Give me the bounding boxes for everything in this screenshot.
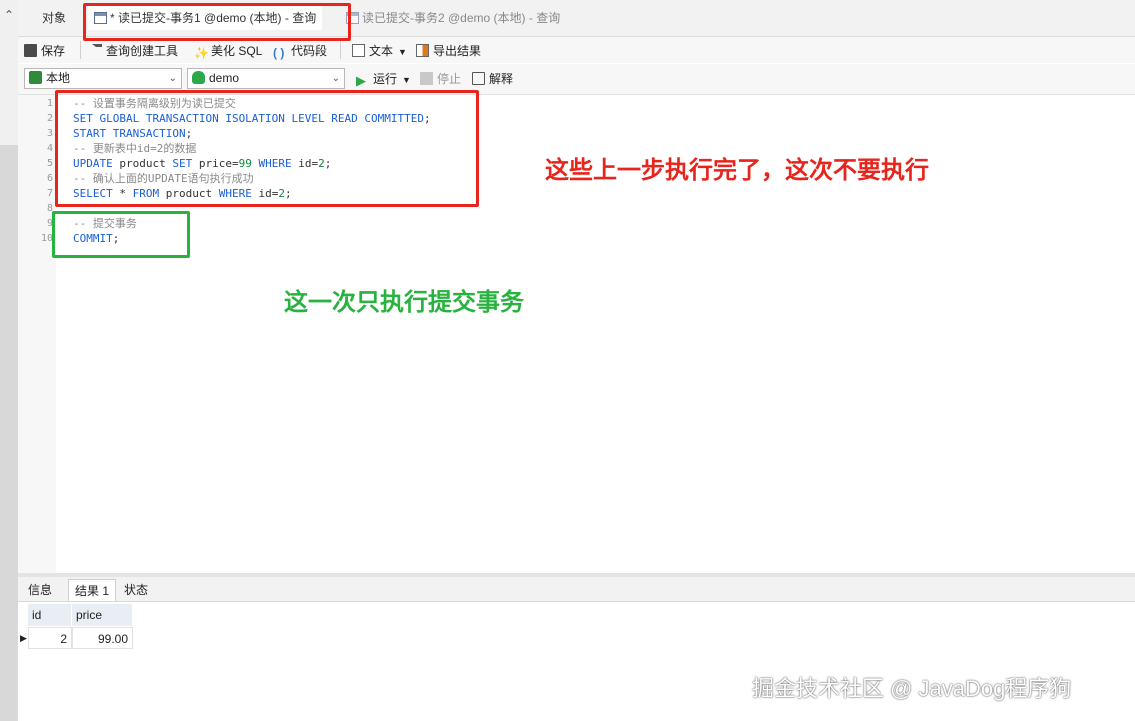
stop-icon: [420, 72, 433, 85]
query-builder-button[interactable]: 查询创建工具: [92, 42, 178, 60]
run-button[interactable]: ▶ 运行 ▼: [356, 70, 411, 88]
left-scrollbar[interactable]: [0, 145, 18, 721]
beautify-sql-label: 美化 SQL: [211, 44, 263, 58]
result-tabs: 信息 结果 1 状态: [18, 577, 1135, 602]
tab-status[interactable]: 状态: [118, 579, 154, 601]
column-header-id[interactable]: id: [28, 604, 72, 626]
stop-label: 停止: [437, 72, 462, 86]
chevron-down-icon: ▼: [398, 47, 407, 57]
watermark-text: 掘金技术社区 @ JavaDog程序狗: [752, 676, 1072, 701]
database-select[interactable]: demo ⌄: [187, 68, 345, 89]
tab-query-transaction2-label: 读已提交-事务2 @demo (本地) - 查询: [362, 11, 561, 25]
database-icon: [192, 71, 205, 84]
table-cell-price[interactable]: 99.00: [72, 627, 133, 649]
run-label: 运行: [373, 72, 398, 86]
line-number: 7: [46, 188, 53, 199]
line-number: 4: [46, 143, 53, 154]
explain-icon: [472, 72, 485, 85]
green-highlight-box: [52, 211, 190, 258]
line-number: 2: [46, 113, 53, 124]
text-mode-label: 文本: [369, 44, 394, 58]
export-results-button[interactable]: 导出结果: [416, 42, 481, 60]
export-results-label: 导出结果: [433, 44, 482, 58]
save-label: 保存: [41, 44, 66, 58]
line-number: 5: [46, 158, 53, 169]
green-annotation-note: 这一次只执行提交事务: [284, 289, 524, 316]
beautify-sql-button[interactable]: ✨ 美化 SQL: [194, 42, 262, 60]
connection-value: 本地: [46, 71, 71, 85]
explain-label: 解释: [489, 72, 514, 86]
chevron-down-icon: ⌄: [331, 73, 340, 84]
collapse-up-icon[interactable]: ⌃: [4, 8, 14, 22]
text-mode-button[interactable]: 文本 ▼: [352, 42, 407, 60]
connection-icon: [29, 71, 42, 84]
code-snippet-button[interactable]: ( ) 代码段: [273, 42, 327, 60]
export-icon: [416, 44, 429, 57]
magic-wand-icon: ✨: [194, 46, 209, 60]
red-annotation-note: 这些上一步执行完了，这次不要执行: [545, 157, 929, 184]
table-cell-id[interactable]: 2: [28, 627, 72, 649]
database-value: demo: [209, 71, 240, 85]
tab-info[interactable]: 信息: [22, 579, 58, 601]
line-number: 9: [46, 218, 53, 229]
line-number-gutter: 1 2 3 4 5 6 7 8 9 10: [18, 95, 56, 573]
tab-objects-label: 对象: [42, 11, 67, 25]
query-builder-icon: [92, 44, 102, 57]
line-number: 1: [46, 98, 53, 109]
tab-result-1[interactable]: 结果 1: [68, 579, 117, 601]
column-header-price[interactable]: price: [72, 604, 133, 626]
chevron-down-icon: ▼: [402, 75, 411, 85]
explain-button[interactable]: 解释: [472, 70, 513, 88]
toolbar-divider: [80, 41, 81, 59]
chevron-down-icon: ⌄: [168, 73, 177, 84]
line-number: 10: [40, 233, 53, 244]
left-panel-strip: [0, 0, 18, 721]
line-number: 3: [46, 128, 53, 139]
line-number: 8: [46, 203, 53, 214]
document-icon: [352, 44, 365, 57]
save-button[interactable]: 保存: [24, 42, 65, 60]
tab-query-transaction2[interactable]: 读已提交-事务2 @demo (本地) - 查询: [346, 6, 560, 30]
red-highlight-box: [55, 90, 479, 207]
play-icon: ▶: [356, 73, 366, 88]
stop-button[interactable]: 停止: [420, 70, 461, 88]
line-number: 6: [46, 173, 53, 184]
code-snippet-icon: ( ): [273, 46, 285, 60]
query-builder-label: 查询创建工具: [106, 44, 179, 58]
code-snippet-label: 代码段: [291, 44, 328, 58]
toolbar-divider: [340, 41, 341, 59]
connection-select[interactable]: 本地 ⌄: [24, 68, 182, 89]
tab-objects[interactable]: 对象: [42, 6, 66, 30]
tab-highlight-box: [83, 3, 351, 41]
save-icon: [24, 44, 37, 57]
